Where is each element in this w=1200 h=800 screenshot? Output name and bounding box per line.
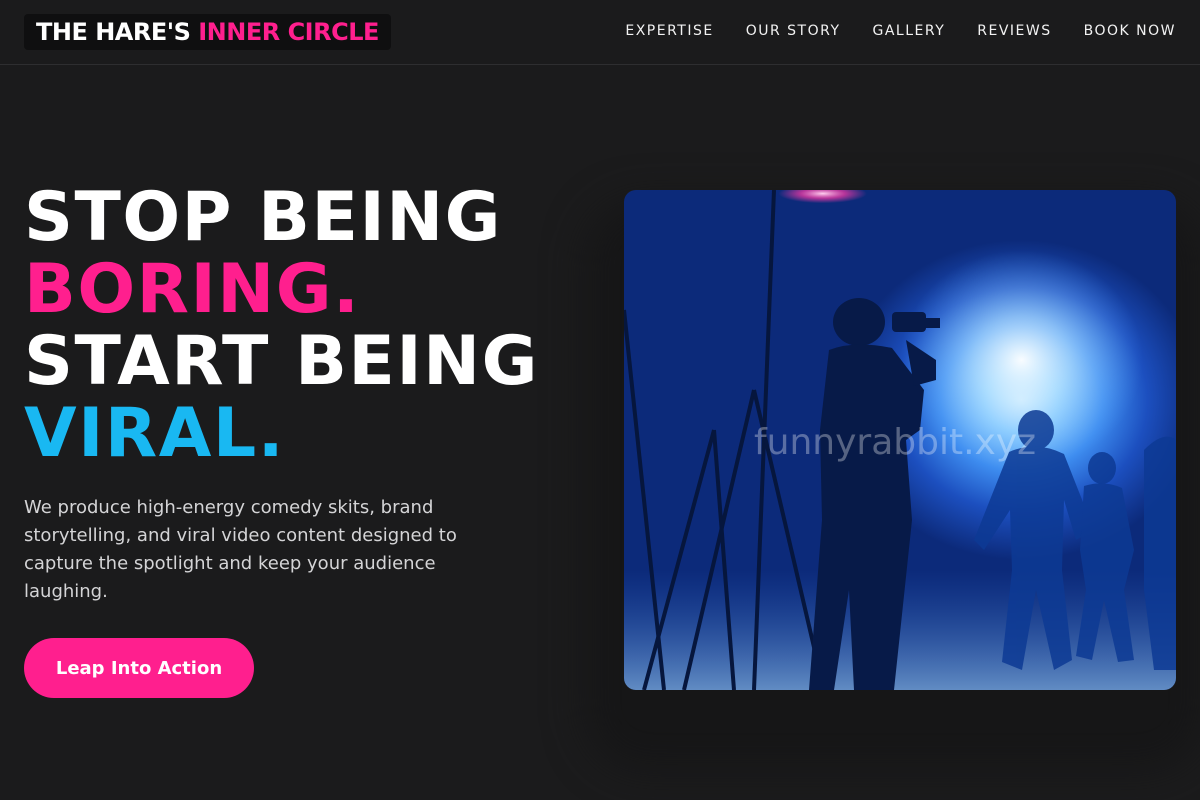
nav-link-book-now[interactable]: BOOK NOW (1084, 20, 1176, 42)
logo-text-primary: THE HARE'S (36, 18, 191, 46)
hero-headline: STOP BEING BORING. START BEING VIRAL. (24, 182, 604, 470)
site-logo[interactable]: THE HARE'S INNER CIRCLE (24, 14, 391, 50)
headline-line-4: VIRAL. (24, 394, 286, 473)
hero-description: We produce high-energy comedy skits, bra… (24, 497, 457, 602)
image-watermark: funnyrabbit.xyz (754, 422, 1037, 463)
headline-line-3: START BEING (24, 322, 539, 401)
main-nav: EXPERTISE OUR STORY GALLERY REVIEWS BOOK… (593, 20, 1176, 42)
headline-line-1: STOP BEING (24, 178, 502, 257)
headline-line-2: BORING. (24, 250, 361, 329)
nav-link-expertise[interactable]: EXPERTISE (625, 20, 713, 42)
leap-into-action-button[interactable]: Leap Into Action (24, 638, 254, 698)
hero-image: funnyrabbit.xyz (624, 190, 1176, 690)
nav-link-reviews[interactable]: REVIEWS (977, 20, 1051, 42)
logo-text-accent: INNER CIRCLE (198, 18, 379, 46)
nav-link-our-story[interactable]: OUR STORY (746, 20, 841, 42)
site-header: THE HARE'S INNER CIRCLE EXPERTISE OUR ST… (0, 0, 1200, 65)
nav-link-gallery[interactable]: GALLERY (873, 20, 946, 42)
